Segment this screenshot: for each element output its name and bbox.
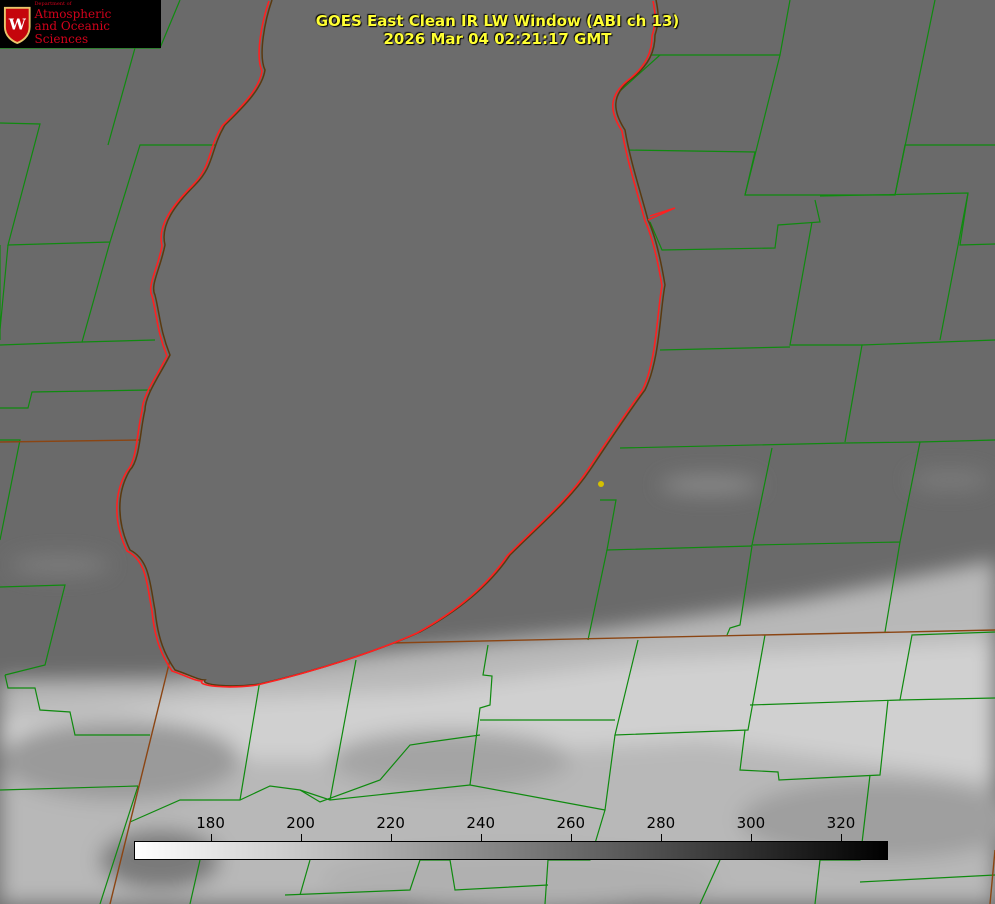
colorbar-tick-mark bbox=[570, 834, 572, 841]
colorbar-tick-mark bbox=[840, 834, 842, 841]
colorbar-tick-label: 280 bbox=[646, 814, 676, 832]
location-marker bbox=[598, 481, 604, 487]
colorbar-tick-mark bbox=[750, 834, 752, 841]
colorbar-tick-label: 260 bbox=[556, 814, 586, 832]
temperature-colorbar bbox=[134, 841, 888, 860]
image-timestamp: 2026 Mar 04 02:21:17 GMT bbox=[383, 30, 612, 48]
colorbar-tick-mark bbox=[390, 834, 392, 841]
colorbar-tick-label: 220 bbox=[376, 814, 405, 832]
colorbar-tick-mark bbox=[300, 834, 302, 841]
colorbar-tick-mark bbox=[480, 834, 482, 841]
colorbar-tick-label: 300 bbox=[736, 814, 766, 832]
colorbar-tick-label: 240 bbox=[466, 814, 496, 832]
image-title: GOES East Clean IR LW Window (ABI ch 13) bbox=[315, 12, 680, 30]
colorbar-tick-mark bbox=[660, 834, 662, 841]
colorbar-tick-label: 180 bbox=[196, 814, 225, 832]
colorbar-tick-mark bbox=[210, 834, 212, 841]
colorbar-tick-label: 320 bbox=[826, 814, 856, 832]
satellite-map bbox=[0, 0, 995, 904]
colorbar-tick-label: 200 bbox=[286, 814, 315, 832]
